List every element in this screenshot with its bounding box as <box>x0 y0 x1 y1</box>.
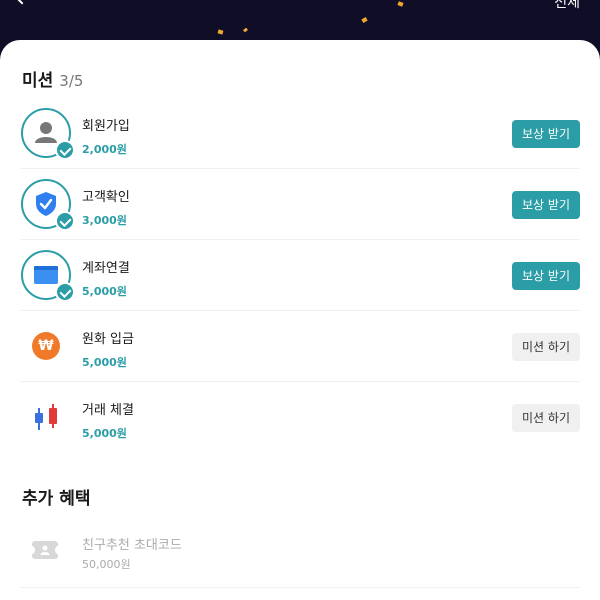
missions-title: 미션 <box>22 71 54 91</box>
mission-item-krw-deposit: ₩ 원화 입금 5,000원 미션 하기 <box>20 311 580 382</box>
mission-icon-container <box>21 392 73 444</box>
mission-icon-container <box>21 250 75 302</box>
mission-title: 회원가입 <box>82 119 130 134</box>
ticket-icon <box>29 541 61 559</box>
mission-reward: 5,000원 <box>82 285 127 298</box>
mission-title: 고객확인 <box>82 190 130 205</box>
confetti-piece <box>397 1 404 7</box>
mission-title: 원화 입금 <box>82 332 134 347</box>
mission-list: 회원가입 2,000원 보상 받기 고객확인 3,000원 보상 받기 계좌연결… <box>0 98 600 453</box>
mission-item-verification: 고객확인 3,000원 보상 받기 <box>20 169 580 240</box>
check-icon <box>55 140 75 160</box>
extra-benefits-title: 추가 혜택 <box>22 489 91 509</box>
missions-heading: 미션 3/5 <box>22 66 83 91</box>
mission-reward: 3,000원 <box>82 214 127 227</box>
missions-progress: 3/5 <box>59 72 84 90</box>
mission-item-account-link: 계좌연결 5,000원 보상 받기 <box>20 240 580 311</box>
won-coin-icon: ₩ <box>32 332 60 360</box>
claim-reward-button[interactable]: 보상 받기 <box>512 191 580 219</box>
extra-benefit-reward: 50,000원 <box>82 558 131 571</box>
claim-reward-button[interactable]: 보상 받기 <box>512 120 580 148</box>
mission-item-signup: 회원가입 2,000원 보상 받기 <box>20 98 580 169</box>
mission-sheet: 미션 3/5 회원가입 2,000원 보상 받기 고객확인 3,000원 보상 … <box>0 40 600 600</box>
top-right-link[interactable]: 전체 <box>554 0 580 12</box>
back-arrow-icon[interactable] <box>13 0 31 5</box>
mission-title: 계좌연결 <box>82 261 130 276</box>
mission-reward: 5,000원 <box>82 427 127 440</box>
mission-title: 거래 체결 <box>82 403 134 418</box>
mission-icon-container: ₩ <box>21 321 73 373</box>
top-bar: 전체 <box>0 0 600 40</box>
confetti-piece <box>217 29 224 35</box>
confetti-piece <box>361 17 368 23</box>
check-icon <box>55 282 75 302</box>
candlestick-icon <box>33 404 61 432</box>
mission-reward: 5,000원 <box>82 356 127 369</box>
extra-benefit-referral[interactable]: 친구추천 초대코드 50,000원 <box>20 522 580 588</box>
extra-benefit-title: 친구추천 초대코드 <box>82 538 182 553</box>
mission-icon-container <box>21 179 75 231</box>
do-mission-button[interactable]: 미션 하기 <box>512 333 580 361</box>
claim-reward-button[interactable]: 보상 받기 <box>512 262 580 290</box>
mission-item-trade: 거래 체결 5,000원 미션 하기 <box>20 382 580 453</box>
confetti-piece <box>243 27 248 33</box>
mission-icon-container <box>21 108 75 160</box>
mission-reward: 2,000원 <box>82 143 127 156</box>
check-icon <box>55 211 75 231</box>
do-mission-button[interactable]: 미션 하기 <box>512 404 580 432</box>
